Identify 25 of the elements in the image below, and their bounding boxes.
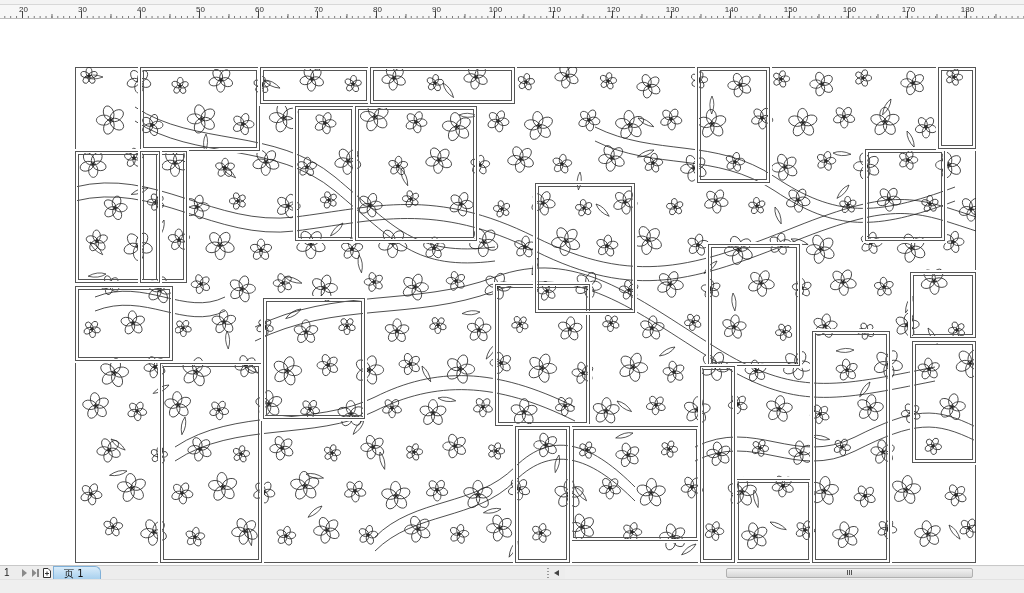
ruler-label: 70 bbox=[313, 6, 323, 14]
last-page-icon[interactable] bbox=[32, 568, 39, 577]
ruler-label: 40 bbox=[136, 6, 146, 14]
ruler-label: 180 bbox=[959, 6, 975, 14]
ruler-label: 160 bbox=[841, 6, 857, 14]
ruler-label: 130 bbox=[664, 6, 680, 14]
ruler-label: 50 bbox=[195, 6, 205, 14]
ruler-label: 90 bbox=[431, 6, 441, 14]
ruler-label: 30 bbox=[77, 6, 87, 14]
next-page-icon[interactable] bbox=[21, 568, 28, 577]
ruler-label: 170 bbox=[900, 6, 916, 14]
ruler-label: 140 bbox=[723, 6, 739, 14]
scrollbar-thumb[interactable] bbox=[726, 567, 973, 578]
scroll-left-icon[interactable] bbox=[554, 569, 559, 576]
page-tab[interactable]: 页 1 bbox=[53, 566, 101, 580]
ruler-label: 60 bbox=[254, 6, 264, 14]
ruler-label: 120 bbox=[605, 6, 621, 14]
ruler-label: 20 bbox=[18, 6, 28, 14]
ruler-label: 150 bbox=[782, 6, 798, 14]
ruler-label: 80 bbox=[372, 6, 382, 14]
ruler-label: 110 bbox=[547, 6, 561, 14]
ruler-label: 100 bbox=[487, 6, 503, 14]
page-number: 1 bbox=[3, 566, 11, 579]
grip-icon bbox=[847, 570, 852, 576]
add-page-icon[interactable] bbox=[43, 567, 51, 578]
